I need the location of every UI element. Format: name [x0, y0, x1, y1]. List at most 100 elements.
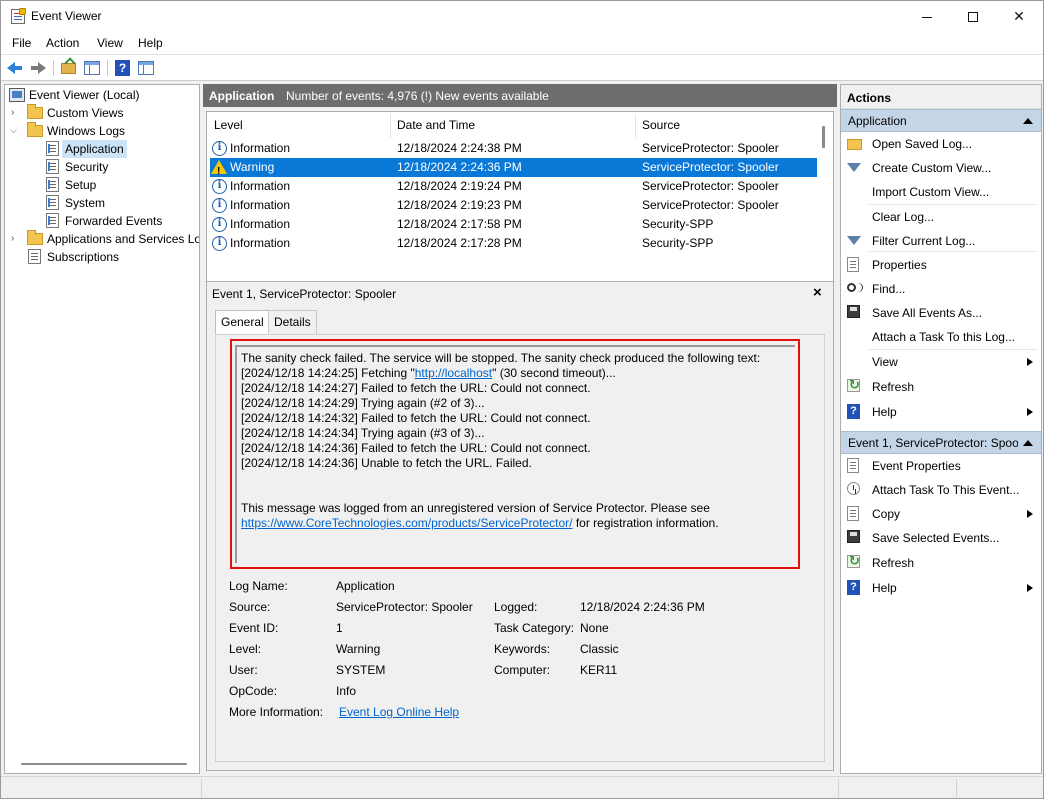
column-header-level[interactable]: Level: [214, 118, 243, 140]
table-row-selected[interactable]: ! Warning 12/18/2024 2:24:36 PM ServiceP…: [210, 158, 817, 177]
help-icon: ?: [847, 404, 860, 419]
menu-help[interactable]: Help: [138, 36, 163, 50]
action-label: Refresh: [872, 380, 915, 394]
event-message-text[interactable]: The sanity check failed. The service wil…: [235, 345, 795, 563]
action-open-saved-log[interactable]: Open Saved Log...: [841, 133, 1041, 155]
maximize-icon: [968, 12, 978, 23]
show-hide-action-pane-button[interactable]: [136, 58, 156, 78]
action-save-all-events[interactable]: Save All Events As...: [841, 302, 1041, 324]
status-divider: [201, 779, 202, 797]
chevron-down-icon[interactable]: ⌵: [10, 121, 17, 139]
prop-label-opcode: OpCode:: [229, 684, 278, 698]
tree-item-label: Event Viewer (Local): [29, 88, 140, 102]
actions-section-event[interactable]: Event 1, ServiceProtector: Spoo...: [841, 431, 1041, 454]
action-help-event[interactable]: ? Help: [841, 577, 1041, 599]
table-row[interactable]: i Information 12/18/2024 2:17:28 PM Secu…: [210, 234, 817, 253]
log-header: Application Number of events: 4,976 (!) …: [203, 84, 837, 107]
registration-link[interactable]: https://www.CoreTechnologies.com/product…: [241, 516, 572, 530]
action-create-custom-view[interactable]: Create Custom View...: [841, 157, 1041, 179]
prop-label-keywords: Keywords:: [494, 642, 551, 656]
action-filter-current-log[interactable]: Filter Current Log...: [841, 230, 1041, 252]
message-text: [2024/12/18 14:24:25] Fetching ": [241, 366, 415, 380]
action-help[interactable]: ? Help: [841, 401, 1041, 423]
up-folder-button[interactable]: [59, 58, 79, 78]
tab-general[interactable]: General: [215, 310, 270, 334]
actions-title: Actions: [841, 85, 1041, 109]
save-icon: [847, 305, 860, 318]
chevron-right-icon[interactable]: ›: [11, 104, 14, 122]
event-viewer-window: Event Viewer ✕ File Action View Help ? E…: [0, 0, 1044, 799]
table-row[interactable]: i Information 12/18/2024 2:17:58 PM Secu…: [210, 215, 817, 234]
action-refresh[interactable]: Refresh: [841, 376, 1041, 398]
help-button[interactable]: ?: [112, 58, 132, 78]
up-folder-icon: [61, 63, 76, 74]
submenu-arrow-icon: [1027, 510, 1033, 518]
menu-action[interactable]: Action: [46, 36, 79, 50]
scrollbar-thumb[interactable]: [21, 763, 187, 765]
action-label: Help: [872, 405, 897, 419]
events-vertical-scrollbar[interactable]: [822, 126, 825, 148]
column-divider[interactable]: [390, 114, 391, 138]
action-properties[interactable]: Properties: [841, 254, 1041, 276]
action-label: Event Properties: [872, 459, 961, 473]
status-divider: [956, 779, 957, 797]
localhost-link[interactable]: http://localhost: [415, 366, 492, 380]
action-view[interactable]: View: [841, 351, 1041, 373]
warning-icon: !: [211, 160, 227, 177]
actions-section-application[interactable]: Application: [841, 109, 1041, 132]
tree-horizontal-scrollbar[interactable]: [7, 759, 197, 769]
title-bar: Event Viewer ✕: [1, 1, 1043, 32]
event-log-icon: [46, 177, 59, 192]
action-label: Attach Task To This Event...: [872, 483, 1020, 497]
collapse-arrow-icon[interactable]: [1023, 440, 1033, 446]
close-button[interactable]: ✕: [996, 1, 1042, 32]
collapse-arrow-icon[interactable]: [1023, 118, 1033, 124]
tree-item-label: Forwarded Events: [65, 214, 163, 228]
minimize-button[interactable]: [904, 1, 950, 32]
column-header-source[interactable]: Source: [642, 118, 680, 140]
event-count-info: Number of events: 4,976 (!) New events a…: [286, 89, 549, 103]
filter-icon: [847, 236, 861, 245]
message-line: https://www.CoreTechnologies.com/product…: [241, 516, 795, 531]
table-row[interactable]: i Information 12/18/2024 2:19:23 PM Serv…: [210, 196, 817, 215]
action-label: View: [872, 355, 898, 369]
message-line: [2024/12/18 14:24:36] Failed to fetch th…: [241, 441, 591, 455]
prop-value-log-name: Application: [336, 579, 395, 593]
column-divider[interactable]: [635, 114, 636, 138]
prop-label-logged: Logged:: [494, 600, 538, 614]
action-import-custom-view[interactable]: Import Custom View...: [841, 181, 1041, 203]
event-viewer-app-icon: [11, 8, 26, 24]
prop-value-computer: KER11: [580, 663, 618, 677]
show-hide-tree-button[interactable]: [82, 58, 102, 78]
event-date: 12/18/2024 2:24:36 PM: [397, 160, 522, 174]
tab-details[interactable]: Details: [268, 310, 317, 334]
column-header-date[interactable]: Date and Time: [397, 118, 475, 140]
event-source: ServiceProtector: Spooler: [642, 179, 779, 193]
action-attach-task-to-log[interactable]: Attach a Task To this Log...: [841, 326, 1041, 348]
action-label: Save Selected Events...: [872, 531, 1000, 545]
action-refresh-event[interactable]: Refresh: [841, 552, 1041, 574]
event-log-icon: [46, 159, 59, 174]
action-clear-log[interactable]: Clear Log...: [841, 206, 1041, 228]
event-date: 12/18/2024 2:17:58 PM: [397, 217, 522, 231]
table-row[interactable]: i Information 12/18/2024 2:19:24 PM Serv…: [210, 177, 817, 196]
action-attach-task-to-event[interactable]: Attach Task To This Event...: [841, 479, 1041, 501]
event-log-online-help-link[interactable]: Event Log Online Help: [339, 705, 459, 723]
window-title: Event Viewer: [31, 9, 102, 23]
back-button[interactable]: [5, 58, 25, 78]
forward-button[interactable]: [27, 58, 47, 78]
action-event-properties[interactable]: Event Properties: [841, 455, 1041, 477]
close-icon[interactable]: ×: [813, 284, 822, 301]
table-row[interactable]: i Information 12/18/2024 2:24:38 PM Serv…: [210, 139, 817, 158]
maximize-button[interactable]: [950, 1, 996, 32]
chevron-right-icon[interactable]: ›: [11, 230, 14, 248]
action-copy[interactable]: Copy: [841, 503, 1041, 525]
actions-pane: Actions Application Open Saved Log... Cr…: [840, 84, 1042, 774]
menu-view[interactable]: View: [97, 36, 123, 50]
prop-value-keywords: Classic: [580, 642, 619, 656]
action-find[interactable]: Find...: [841, 278, 1041, 300]
message-line: [2024/12/18 14:24:34] Trying again (#3 o…: [241, 426, 485, 440]
info-icon: i: [212, 236, 227, 251]
action-save-selected-events[interactable]: Save Selected Events...: [841, 527, 1041, 549]
menu-file[interactable]: File: [12, 36, 31, 50]
